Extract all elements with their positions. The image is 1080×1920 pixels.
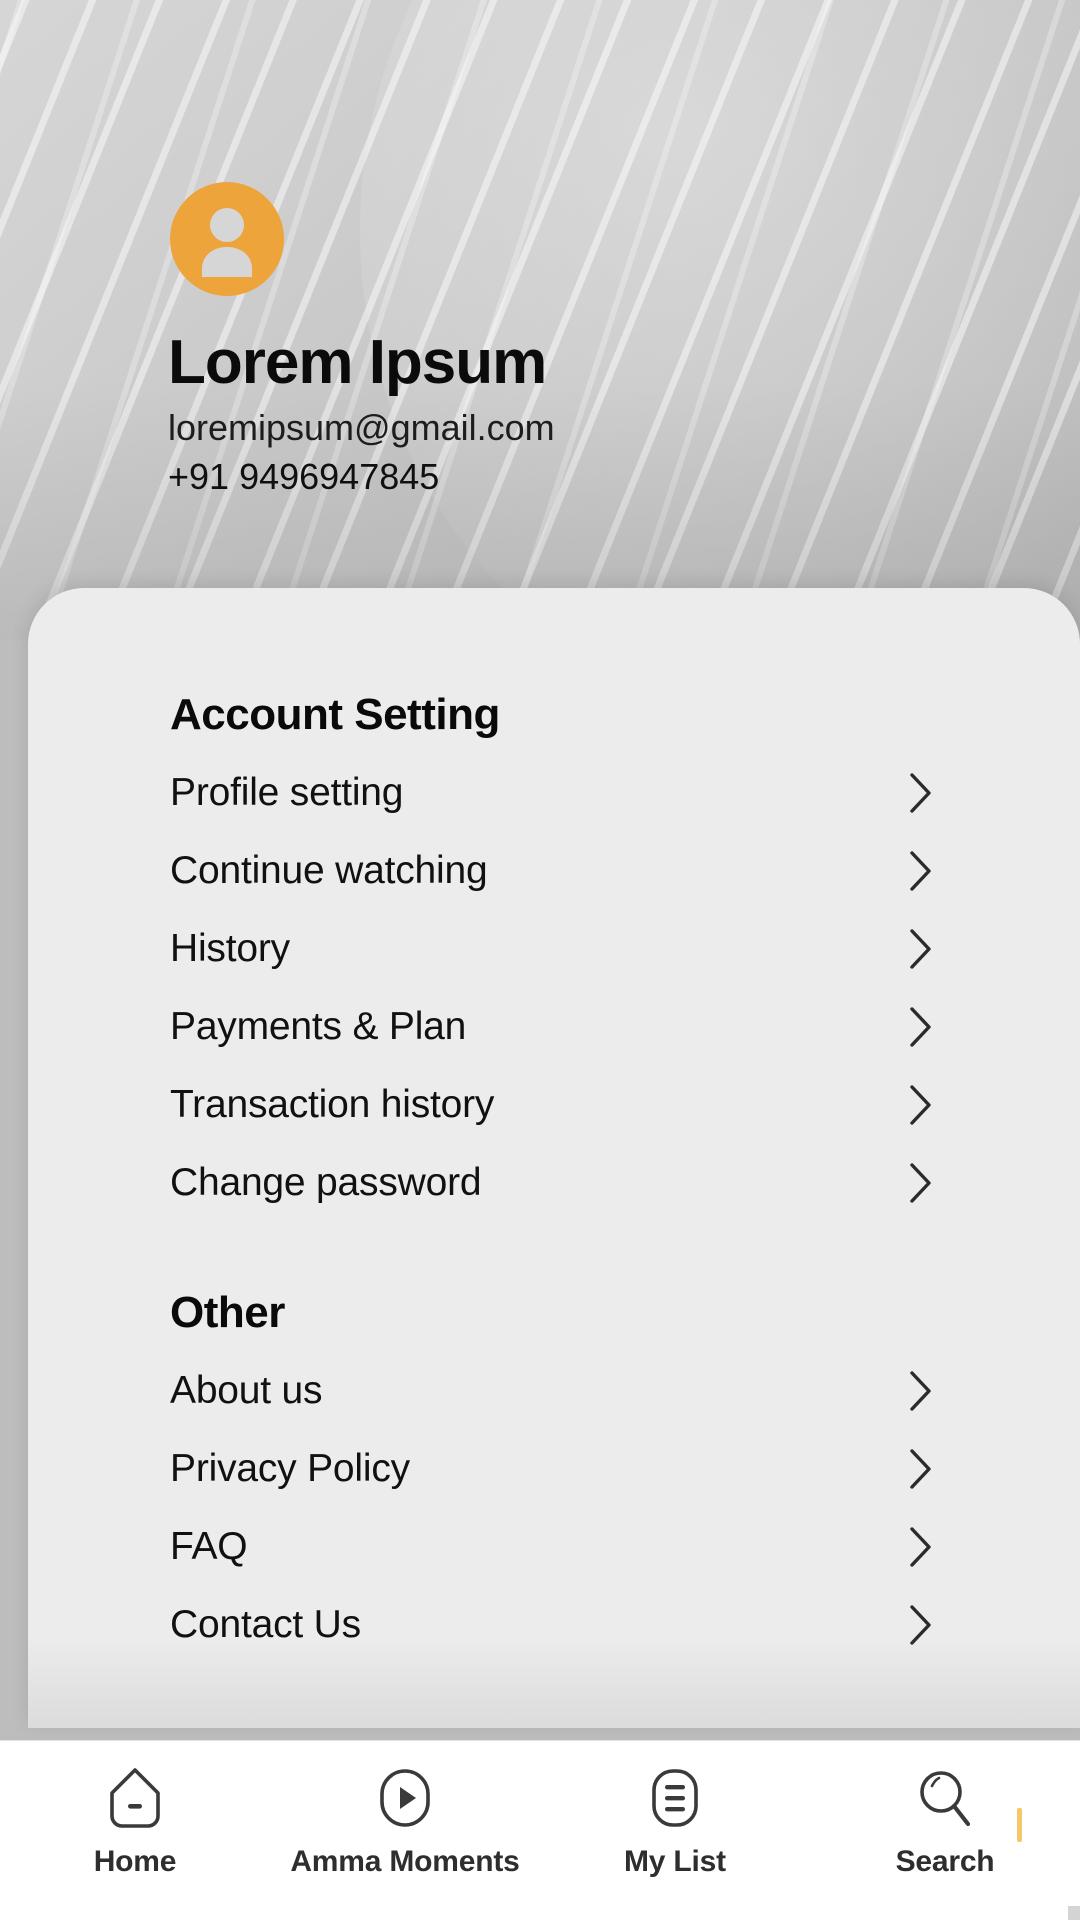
menu-item-about-us[interactable]: About us bbox=[170, 1352, 938, 1430]
other-menu-list: About us Privacy Policy FAQ Contact Us bbox=[170, 1352, 938, 1664]
corner-marker bbox=[1068, 1906, 1080, 1920]
chevron-right-icon bbox=[908, 771, 934, 815]
chevron-right-icon bbox=[908, 1005, 934, 1049]
other-section: Other bbox=[170, 1222, 938, 1338]
menu-item-transaction-history[interactable]: Transaction history bbox=[170, 1066, 938, 1144]
chevron-right-icon bbox=[908, 849, 934, 893]
menu-item-change-password[interactable]: Change password bbox=[170, 1144, 938, 1222]
menu-item-label: History bbox=[170, 927, 290, 970]
profile-header: Lorem Ipsum loremipsum@gmail.com +91 949… bbox=[0, 0, 1080, 640]
chevron-right-icon bbox=[908, 1083, 934, 1127]
nav-item-label: My List bbox=[624, 1845, 726, 1878]
account-setting-menu-list: Profile setting Continue watching Histor… bbox=[170, 754, 938, 1222]
play-circle-icon bbox=[376, 1763, 434, 1833]
menu-item-history[interactable]: History bbox=[170, 910, 938, 988]
chevron-right-icon bbox=[908, 1525, 934, 1569]
user-email: loremipsum@gmail.com bbox=[168, 406, 555, 448]
accent-tick-mark bbox=[1017, 1808, 1022, 1842]
chevron-right-icon bbox=[908, 927, 934, 971]
home-icon bbox=[106, 1763, 164, 1833]
section-title-other: Other bbox=[170, 1288, 285, 1337]
menu-item-payments-and-plan[interactable]: Payments & Plan bbox=[170, 988, 938, 1066]
search-icon bbox=[916, 1763, 974, 1833]
bottom-navigation-bar: Home Amma Moments My List Search bbox=[0, 1740, 1080, 1920]
menu-item-continue-watching[interactable]: Continue watching bbox=[170, 832, 938, 910]
user-phone: +91 9496947845 bbox=[168, 455, 440, 497]
menu-item-faq[interactable]: FAQ bbox=[170, 1508, 938, 1586]
user-name: Lorem Ipsum bbox=[168, 328, 547, 397]
menu-item-label: Contact Us bbox=[170, 1603, 361, 1646]
nav-item-label: Home bbox=[93, 1845, 177, 1878]
menu-item-label: About us bbox=[170, 1369, 323, 1412]
profile-screen: Lorem Ipsum loremipsum@gmail.com +91 949… bbox=[0, 0, 1080, 1920]
user-info-block: Lorem Ipsum loremipsum@gmail.com +91 949… bbox=[168, 330, 928, 498]
menu-item-label: Transaction history bbox=[170, 1083, 495, 1126]
nav-item-my-list[interactable]: My List bbox=[550, 1763, 800, 1879]
menu-item-profile-setting[interactable]: Profile setting bbox=[170, 754, 938, 832]
menu-item-label: FAQ bbox=[170, 1525, 248, 1568]
menu-item-label: Privacy Policy bbox=[170, 1447, 410, 1490]
menu-item-privacy-policy[interactable]: Privacy Policy bbox=[170, 1430, 938, 1508]
nav-item-label: Amma Moments bbox=[290, 1845, 520, 1878]
account-setting-section: Account Setting bbox=[170, 588, 938, 740]
menu-item-label: Change password bbox=[170, 1161, 482, 1204]
settings-sheet: Account Setting Profile setting Continue… bbox=[28, 588, 1080, 1728]
nav-item-home[interactable]: Home bbox=[10, 1763, 260, 1879]
menu-item-label: Payments & Plan bbox=[170, 1005, 467, 1048]
chevron-right-icon bbox=[908, 1161, 934, 1205]
chevron-right-icon bbox=[908, 1369, 934, 1413]
section-title-account-setting: Account Setting bbox=[170, 690, 500, 739]
user-avatar-icon[interactable] bbox=[170, 182, 284, 296]
chevron-right-icon bbox=[908, 1447, 934, 1491]
menu-item-label: Continue watching bbox=[170, 849, 488, 892]
nav-item-amma-moments[interactable]: Amma Moments bbox=[280, 1763, 530, 1879]
menu-item-contact-us[interactable]: Contact Us bbox=[170, 1586, 938, 1664]
list-icon bbox=[646, 1763, 704, 1833]
menu-item-label: Profile setting bbox=[170, 771, 404, 814]
nav-item-label: Search bbox=[895, 1845, 995, 1878]
nav-item-search[interactable]: Search bbox=[820, 1763, 1070, 1879]
chevron-right-icon bbox=[908, 1603, 934, 1647]
